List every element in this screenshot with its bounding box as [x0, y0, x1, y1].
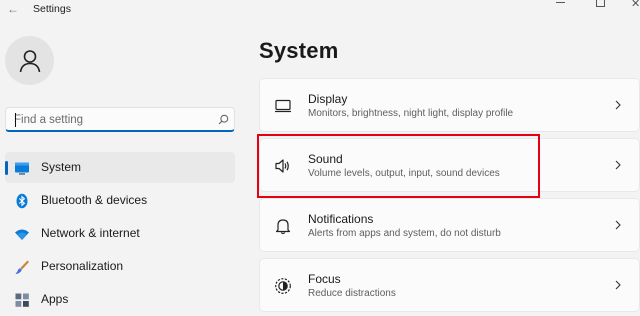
- settings-card-display[interactable]: Display Monitors, brightness, night ligh…: [259, 78, 640, 132]
- sidebar-item-label: Bluetooth & devices: [41, 193, 148, 207]
- card-description: Alerts from apps and system, do not dist…: [308, 228, 501, 239]
- focus-icon: [275, 278, 291, 294]
- settings-card-sound[interactable]: Sound Volume levels, output, input, soun…: [259, 138, 640, 192]
- minimize-icon[interactable]: [555, 0, 567, 8]
- card-title: Notifications: [308, 212, 374, 226]
- avatar[interactable]: [5, 36, 54, 85]
- back-arrow-icon[interactable]: ←: [6, 2, 20, 16]
- sidebar-item-bluetooth-devices[interactable]: Bluetooth & devices: [5, 185, 235, 216]
- chevron-right-icon: [615, 160, 621, 170]
- close-icon[interactable]: ✕: [631, 0, 640, 10]
- search-input[interactable]: [14, 111, 204, 128]
- sidebar-item-label: Apps: [41, 292, 69, 306]
- sidebar-item-label: Network & internet: [41, 226, 140, 240]
- card-title: Sound: [308, 152, 343, 166]
- sidebar-item-network-internet[interactable]: Network & internet: [5, 218, 235, 249]
- monitor-icon: [15, 162, 29, 175]
- card-description: Volume levels, output, input, sound devi…: [308, 168, 500, 179]
- display-icon: [275, 99, 291, 113]
- card-title: Focus: [308, 272, 341, 286]
- apps-icon: [15, 293, 29, 307]
- sidebar-item-label: Personalization: [41, 259, 124, 273]
- maximize-icon[interactable]: [596, 0, 605, 7]
- bluetooth-icon: [16, 193, 28, 209]
- sidebar-item-apps[interactable]: Apps: [5, 284, 235, 315]
- search-box[interactable]: [5, 107, 235, 132]
- chevron-right-icon: [615, 100, 621, 110]
- brush-icon: [15, 260, 29, 274]
- title-bar: ← Settings ✕: [0, 0, 640, 20]
- sidebar-item-system[interactable]: System: [5, 152, 235, 183]
- chevron-right-icon: [615, 220, 621, 230]
- speaker-icon: [275, 159, 289, 173]
- search-icon[interactable]: [218, 114, 229, 125]
- chevron-right-icon: [615, 280, 621, 290]
- bell-icon: [275, 219, 291, 235]
- wifi-icon: [15, 229, 29, 240]
- app-title: Settings: [33, 3, 71, 15]
- text-caret: [15, 113, 16, 127]
- page-title: System: [259, 38, 339, 63]
- sidebar-item-label: System: [41, 160, 82, 174]
- user-icon: [19, 49, 40, 72]
- settings-card-notifications[interactable]: Notifications Alerts from apps and syste…: [259, 198, 640, 252]
- card-description: Monitors, brightness, night light, displ…: [308, 108, 514, 119]
- card-description: Reduce distractions: [308, 288, 396, 299]
- card-title: Display: [308, 92, 348, 106]
- settings-card-focus[interactable]: Focus Reduce distractions: [259, 258, 640, 312]
- sidebar-item-personalization[interactable]: Personalization: [5, 251, 235, 282]
